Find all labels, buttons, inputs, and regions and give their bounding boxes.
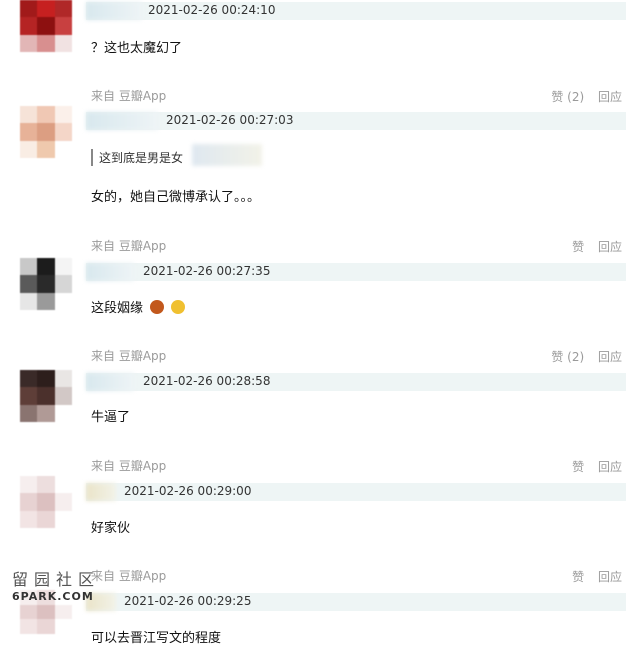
- avatar[interactable]: [20, 0, 72, 52]
- comment-source: 来自 豆瓣App: [91, 239, 167, 253]
- watermark-chinese: 留园社区: [12, 570, 101, 589]
- like-button[interactable]: 赞: [572, 240, 584, 254]
- avatar[interactable]: [20, 476, 72, 528]
- site-watermark: 留园社区 6PARK.COM: [12, 566, 102, 603]
- comment-source: 来自 豆瓣App: [91, 89, 167, 103]
- username[interactable]: [86, 373, 134, 391]
- reply-button[interactable]: 回应: [598, 90, 622, 104]
- avatar[interactable]: [20, 370, 72, 422]
- comment-actions: 赞 (2) 回应: [541, 88, 622, 105]
- username[interactable]: [86, 263, 134, 281]
- comment-actions: 赞 回应: [562, 568, 622, 585]
- quoted-username[interactable]: [192, 144, 262, 166]
- comment-time: 2021-02-26 00:27:35: [143, 264, 271, 278]
- avatar[interactable]: [20, 258, 72, 310]
- comment-time: 2021-02-26 00:29:00: [124, 484, 252, 498]
- comment-text: 这段姻缘: [91, 297, 186, 316]
- comment-text: 牛逼了: [91, 410, 131, 425]
- comment-header: 2021-02-26 00:24:10: [86, 2, 626, 20]
- comment-time: 2021-02-26 00:27:03: [166, 113, 294, 127]
- comment-actions: 赞 回应: [562, 458, 622, 475]
- comment-time: 2021-02-26 00:28:58: [143, 374, 271, 388]
- reply-button[interactable]: 回应: [598, 570, 622, 584]
- comment-time: 2021-02-26 00:24:10: [148, 3, 276, 17]
- like-button[interactable]: 赞: [572, 570, 584, 584]
- username[interactable]: [86, 112, 158, 130]
- comment-source: 来自 豆瓣App: [91, 569, 167, 583]
- comment-actions: 赞 (2) 回应: [541, 348, 622, 365]
- devil-emoji-icon: [150, 300, 165, 314]
- watermark-english: 6PARK.COM: [12, 590, 94, 603]
- username[interactable]: [86, 483, 116, 501]
- comment-text: ？这也太魔幻了: [91, 41, 183, 56]
- username[interactable]: [86, 2, 142, 20]
- like-button[interactable]: 赞 (2): [551, 90, 584, 104]
- comment-source: 来自 豆瓣App: [91, 349, 167, 363]
- comment-time: 2021-02-26 00:29:25: [124, 594, 252, 608]
- reply-button[interactable]: 回应: [598, 350, 622, 364]
- like-button[interactable]: 赞: [572, 460, 584, 474]
- comment-header: 2021-02-26 00:27:03: [86, 112, 626, 130]
- avatar[interactable]: [20, 106, 72, 158]
- comment-text: 好家伙: [91, 521, 131, 536]
- comment-header: 2021-02-26 00:28:58: [86, 373, 626, 391]
- beer-emoji-icon: [171, 300, 186, 314]
- comment-actions: 赞 回应: [562, 238, 622, 255]
- quoted-comment: 这到底是男是女: [91, 149, 183, 166]
- comment-header: 2021-02-26 00:29:00: [86, 483, 626, 501]
- reply-button[interactable]: 回应: [598, 460, 622, 474]
- comment-header: 2021-02-26 00:29:25: [86, 593, 626, 611]
- comment-header: 2021-02-26 00:27:35: [86, 263, 626, 281]
- comment-source: 来自 豆瓣App: [91, 459, 167, 473]
- comment-text-content: 这段姻缘: [91, 301, 144, 316]
- like-button[interactable]: 赞 (2): [551, 350, 584, 364]
- comment-text: 可以去晋江写文的程度: [91, 631, 222, 646]
- reply-button[interactable]: 回应: [598, 240, 622, 254]
- comment-text: 女的，她自己微博承认了。。。: [91, 190, 261, 205]
